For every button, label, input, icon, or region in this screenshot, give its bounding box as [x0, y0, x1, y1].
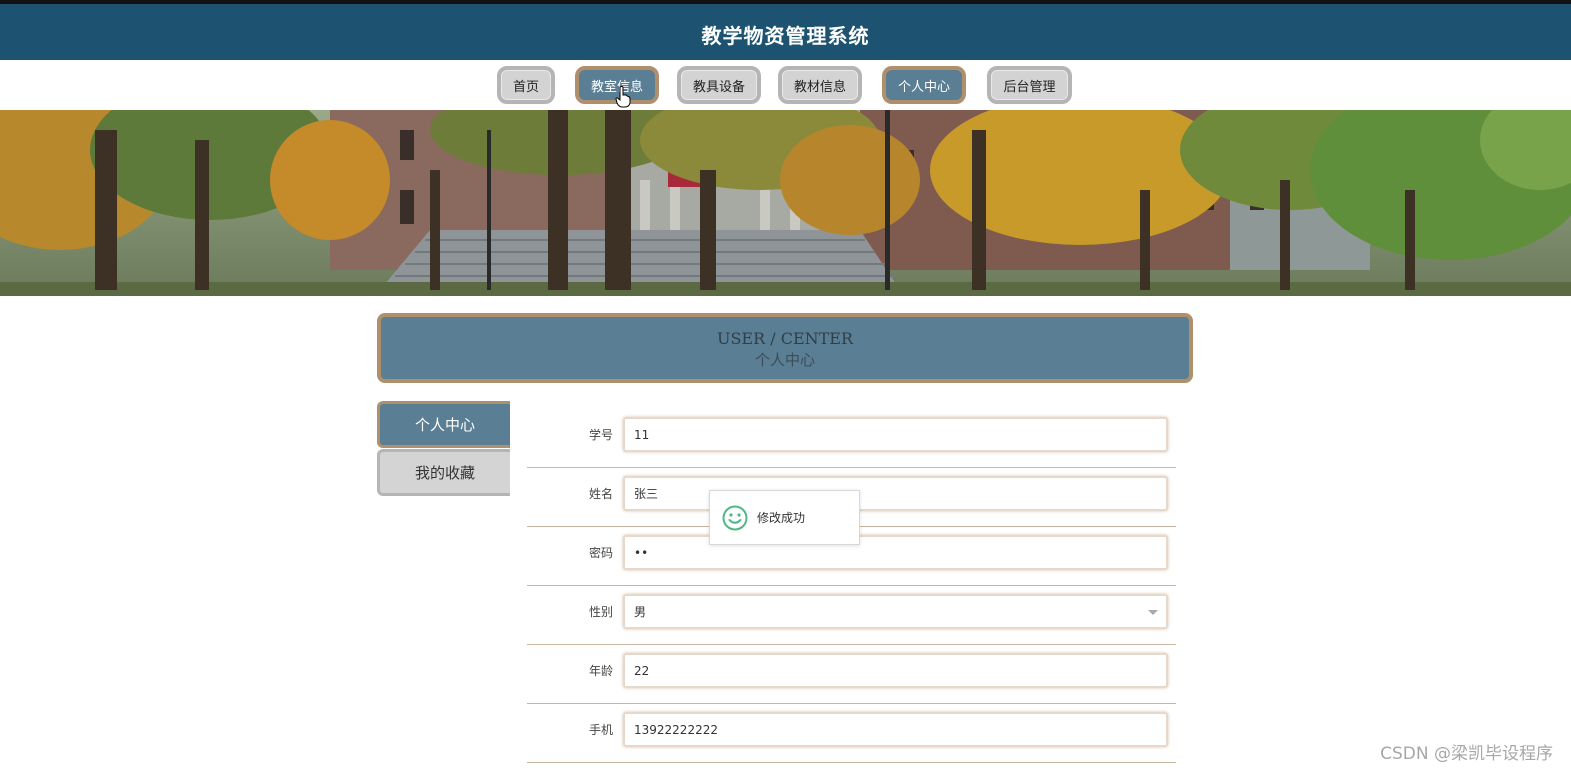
hand-pointer-cursor-icon: [615, 86, 631, 108]
smile-icon: [722, 505, 748, 530]
password-label: 密码: [588, 546, 613, 560]
site-header: 教学物资管理系统: [0, 4, 1571, 60]
student-id-label: 学号: [588, 428, 613, 442]
nav-personal-center[interactable]: 个人中心: [882, 66, 966, 104]
gender-select[interactable]: 男: [623, 594, 1168, 629]
success-toast: 修改成功: [709, 490, 860, 545]
site-title: 教学物资管理系统: [701, 24, 870, 48]
password-input[interactable]: ••: [623, 535, 1168, 570]
nav-textbook-info[interactable]: 教材信息: [778, 66, 862, 104]
name-input[interactable]: 张三: [623, 476, 1168, 511]
user-center-title-cn: 个人中心: [754, 351, 815, 369]
sidebar-item-my-favorites[interactable]: 我的收藏: [377, 449, 510, 496]
toast-message: 修改成功: [757, 511, 806, 525]
user-center-banner: USER / CENTER 个人中心: [377, 313, 1193, 383]
nav-teaching-equipment[interactable]: 教具设备: [677, 66, 761, 104]
age-input[interactable]: 22: [623, 653, 1168, 688]
chevron-down-icon[interactable]: [1148, 610, 1158, 615]
nav-admin[interactable]: 后台管理: [987, 66, 1072, 104]
age-label: 年龄: [588, 664, 613, 678]
form-row-age: 年龄 22: [527, 645, 1176, 704]
main-nav: 首页 教室信息 教具设备 教材信息 个人中心 后台管理: [0, 60, 1571, 110]
form-row-student-id: 学号 11: [527, 409, 1176, 468]
gender-label: 性别: [588, 605, 613, 619]
name-label: 姓名: [588, 487, 613, 501]
user-center-title-en: USER / CENTER: [716, 329, 854, 348]
form-row-gender: 性别 男: [527, 586, 1176, 645]
campus-banner-image: [0, 110, 1571, 296]
nav-home[interactable]: 首页: [497, 66, 555, 104]
gender-select-value: 男: [634, 605, 647, 619]
form-row-phone: 手机 13922222222: [527, 704, 1176, 763]
phone-input[interactable]: 13922222222: [623, 712, 1168, 747]
sidebar-item-personal-center[interactable]: 个人中心: [377, 401, 510, 448]
student-id-input[interactable]: 11: [623, 417, 1168, 452]
phone-label: 手机: [588, 723, 613, 737]
watermark-text: CSDN @梁凯毕设程序: [1380, 744, 1553, 764]
